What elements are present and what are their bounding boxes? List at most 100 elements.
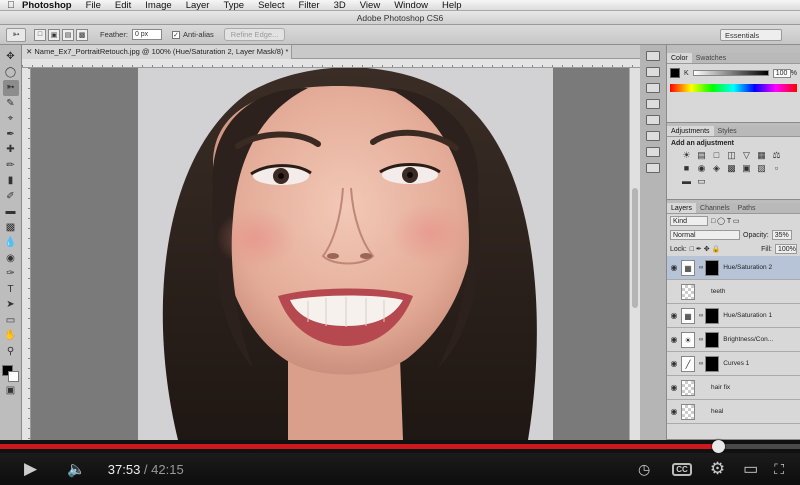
menu-filter[interactable]: Filter [298,0,319,11]
fullscreen-icon[interactable]: ⛶ [774,461,784,478]
video-progress-bar[interactable] [0,440,800,453]
photo-filter-icon[interactable]: ◉ [694,163,709,176]
threshold-icon[interactable]: ▫ [769,163,784,176]
brush-tool-icon[interactable]: ✏ [3,158,19,174]
hand-tool-icon[interactable]: ✋ [3,328,19,344]
selective-color-icon[interactable]: ▭ [694,176,709,189]
color-swatches[interactable] [1,365,20,383]
color-slider[interactable] [692,70,769,76]
antialias-checkbox[interactable]: ✓ Anti-alias [171,30,214,39]
portrait-photo[interactable] [138,68,553,440]
history-brush-tool-icon[interactable]: ✐ [3,189,19,205]
layer-row[interactable]: ◉ ▦ ∞ Hue/Saturation 2 [667,256,800,280]
theater-mode-icon[interactable]: ▭ [743,459,758,479]
fill-input[interactable]: 100% [775,244,797,254]
clone-source-icon[interactable] [646,99,660,109]
actions-panel-icon[interactable] [646,67,660,77]
app-menu[interactable]: Photoshop [22,0,72,11]
lasso-preset-button[interactable]: ➳ [6,27,26,42]
history-panel-icon[interactable] [646,51,660,61]
levels-icon[interactable]: ▤ [694,150,709,163]
layer-mask-thumb[interactable] [705,355,720,372]
tab-styles[interactable]: Styles [714,126,741,136]
info-panel-icon[interactable] [646,115,660,125]
menu-type[interactable]: Type [223,0,244,11]
paragraph-panel-icon[interactable] [646,163,660,173]
add-selection-icon[interactable]: ▣ [48,28,60,41]
layer-row[interactable]: ◉ ╱ ∞ Curves 1 [667,352,800,376]
color-balance-icon[interactable]: ⚖ [769,150,784,163]
stamp-tool-icon[interactable]: ▮ [3,173,19,189]
color-lookup-icon[interactable]: ▩ [724,163,739,176]
healing-tool-icon[interactable]: ✚ [3,142,19,158]
scrollbar-thumb[interactable] [632,188,638,308]
chain-link-icon[interactable]: ∞ [699,361,703,367]
blend-mode-select[interactable]: Normal [670,230,740,240]
invert-icon[interactable]: ▣ [739,163,754,176]
curves-icon[interactable]: □ [709,150,724,163]
menu-select[interactable]: Select [258,0,284,11]
hue-sat-icon[interactable]: ▦ [754,150,769,163]
chain-link-icon[interactable]: ∞ [699,337,703,343]
eye-icon[interactable]: ◉ [667,311,681,320]
eye-icon[interactable]: ◉ [667,359,681,368]
layer-row[interactable]: ◉ hair fix [667,376,800,400]
feather-input[interactable]: 0 px [131,29,162,40]
layer-mask-thumb[interactable] [705,259,720,276]
properties-panel-icon[interactable] [646,131,660,141]
channel-mixer-icon[interactable]: ◈ [709,163,724,176]
menu-3d[interactable]: 3D [334,0,346,11]
shape-tool-icon[interactable]: ▭ [3,313,19,329]
dodge-tool-icon[interactable]: ◉ [3,251,19,267]
vibrance-icon[interactable]: ▽ [739,150,754,163]
blur-tool-icon[interactable]: 💧 [3,235,19,251]
black-white-icon[interactable]: ■ [679,163,694,176]
watch-later-icon[interactable]: ◷ [638,461,650,478]
eye-icon[interactable]: ◉ [667,263,681,272]
color-spectrum[interactable] [670,84,797,92]
volume-icon[interactable]: 🔈 [67,460,86,478]
background-color[interactable] [7,371,19,382]
refine-edge-button[interactable]: Refine Edge... [223,28,286,41]
eye-icon[interactable]: ◉ [667,383,681,392]
move-tool-icon[interactable]: ✥ [3,49,19,65]
subtract-selection-icon[interactable]: ▤ [62,28,74,41]
exposure-icon[interactable]: ◫ [724,150,739,163]
layer-mask-thumb[interactable] [705,307,720,324]
lock-icons[interactable]: □ ✒ ✥ 🔒 [690,245,721,253]
eraser-tool-icon[interactable]: ▬ [3,204,19,220]
menu-layer[interactable]: Layer [186,0,210,11]
posterize-icon[interactable]: ▨ [754,163,769,176]
zoom-tool-icon[interactable]: ⚲ [3,344,19,360]
quick-select-tool-icon[interactable]: ✎ [3,96,19,112]
color-foreground-swatch[interactable] [670,68,680,78]
color-value-input[interactable]: 100 [772,68,791,78]
layer-row[interactable]: ◉ ▦ ∞ Hue/Saturation 1 [667,304,800,328]
pen-tool-icon[interactable]: ✑ [3,266,19,282]
gradient-map-icon[interactable]: ▬ [679,176,694,189]
tab-color[interactable]: Color [667,53,692,63]
eye-icon[interactable]: ◉ [667,335,681,344]
layer-row[interactable]: teeth [667,280,800,304]
gradient-tool-icon[interactable]: ▩ [3,220,19,236]
layer-row[interactable]: ◉ ☀ ∞ Brightness/Con... [667,328,800,352]
menu-window[interactable]: Window [394,0,428,11]
tab-channels[interactable]: Channels [696,203,734,213]
path-select-tool-icon[interactable]: ➤ [3,297,19,313]
lasso-tool-icon[interactable]: ➳ [2,80,19,96]
menu-image[interactable]: Image [145,0,171,11]
crop-tool-icon[interactable]: ⌖ [3,111,19,127]
eye-icon[interactable]: ◉ [667,407,681,416]
character-panel-icon[interactable] [646,147,660,157]
menu-file[interactable]: File [86,0,101,11]
quick-mask-icon[interactable]: ▣ [3,383,19,399]
tab-paths[interactable]: Paths [734,203,760,213]
chain-link-icon[interactable]: ∞ [699,265,703,271]
menu-view[interactable]: View [360,0,380,11]
intersect-selection-icon[interactable]: ▩ [76,28,88,41]
opacity-input[interactable]: 35% [771,230,792,240]
filter-icons[interactable]: □ ◯ T ▭ [711,217,740,225]
layer-filter-select[interactable]: Kind [670,216,708,226]
new-selection-icon[interactable]: □ [34,28,46,41]
apple-icon[interactable]:  [0,0,22,11]
